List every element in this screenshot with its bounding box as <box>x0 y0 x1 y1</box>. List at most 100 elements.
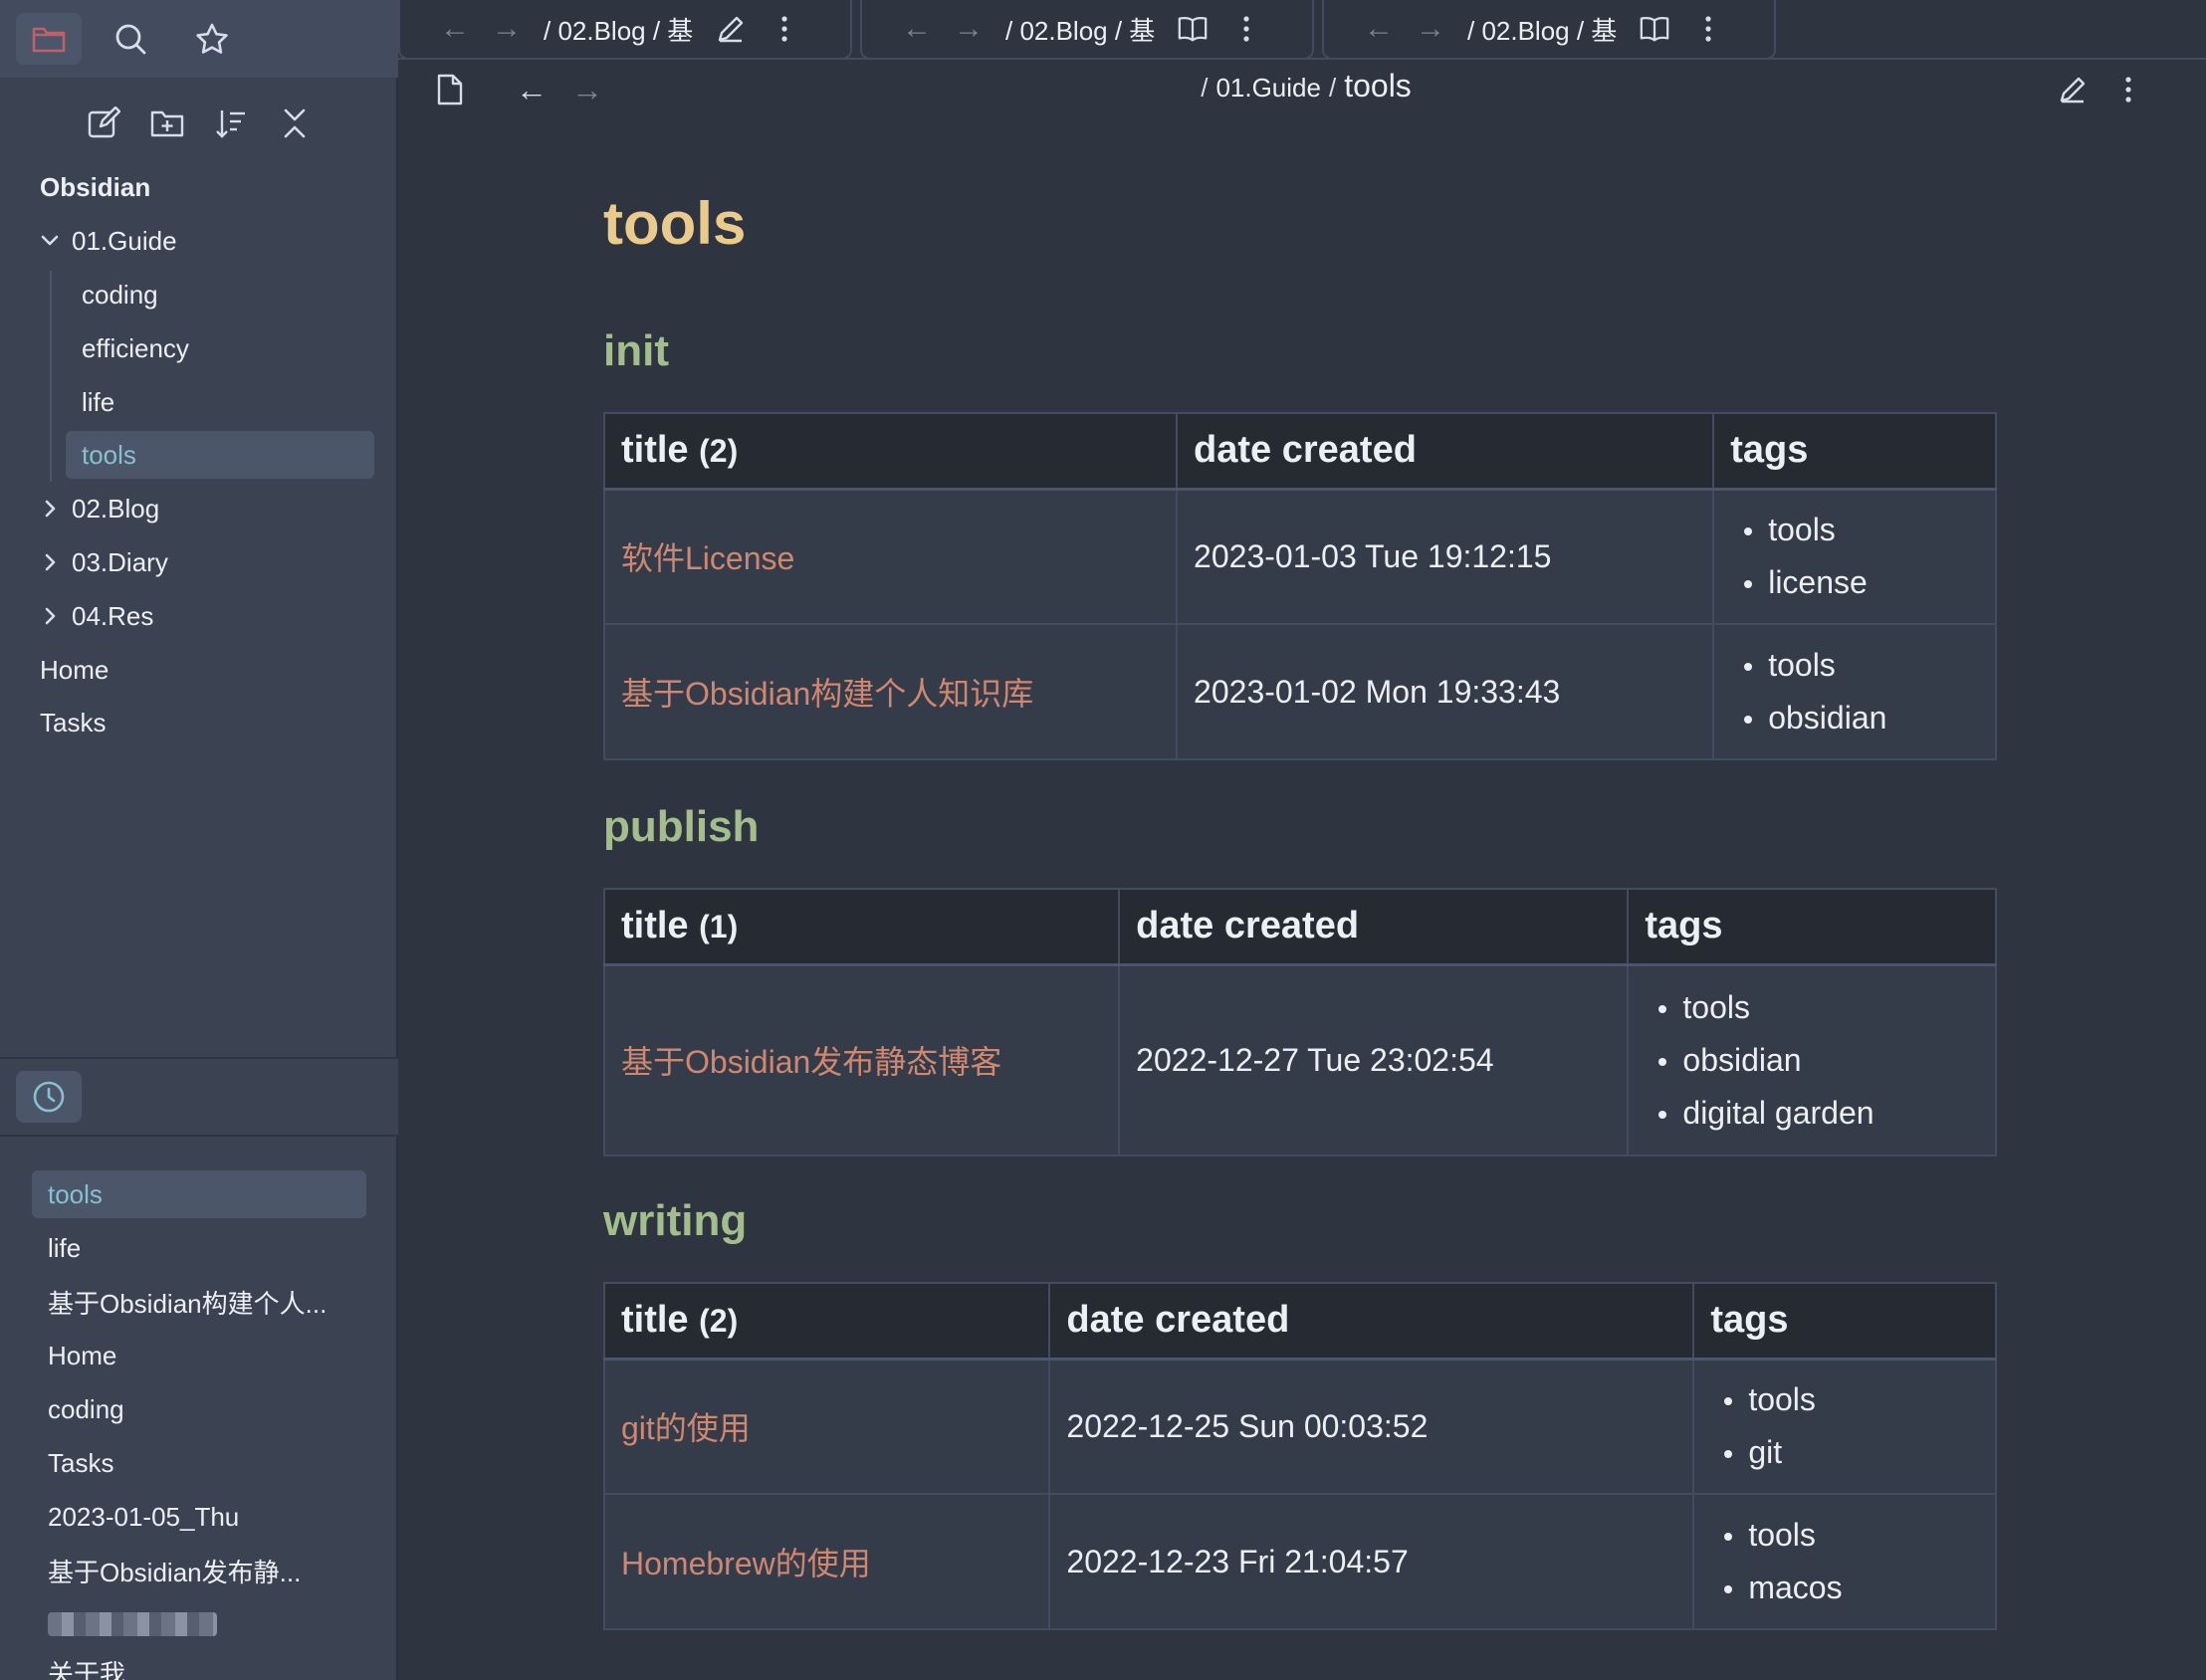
tab-2[interactable]: ← → / 02.Blog / 基 <box>860 0 1314 60</box>
tag-item: tools <box>1724 1373 1979 1426</box>
tab-1[interactable]: ← → / 02.Blog / 基 <box>398 0 852 60</box>
tags-cell: tools obsidian <box>1712 623 1997 760</box>
book-open-icon[interactable] <box>1639 13 1670 45</box>
note-link[interactable]: 基于Obsidian构建个人知识库 <box>602 623 1179 760</box>
recent-files-tab[interactable] <box>16 1071 82 1123</box>
tag-item: macos <box>1724 1562 1979 1614</box>
folder-03-diary[interactable]: 03.Diary <box>38 538 168 586</box>
recent-item[interactable]: Tasks <box>32 1439 366 1487</box>
more-options-button[interactable] <box>2108 70 2148 109</box>
file-efficiency[interactable]: efficiency <box>82 324 189 372</box>
dataview-table-init: title (2) date created tags 软件License 20… <box>602 412 1997 760</box>
tag-item: tools <box>1724 1509 1979 1562</box>
tags-cell: tools license <box>1712 488 1997 625</box>
forward-arrow-icon[interactable]: → <box>954 14 984 44</box>
recent-item-redacted[interactable] <box>32 1600 366 1648</box>
back-arrow-icon[interactable]: ← <box>902 14 932 44</box>
note-link[interactable]: Homebrew的使用 <box>602 1493 1051 1630</box>
file-life[interactable]: life <box>82 378 114 426</box>
folder-01-guide[interactable]: 01.Guide <box>38 217 177 265</box>
tab-strip: ← → / 02.Blog / 基 ← → / 02.Blog / 基 ← → … <box>398 0 2206 60</box>
edit-icon <box>2060 77 2086 104</box>
forward-arrow-icon[interactable]: → <box>567 70 607 109</box>
table-header-row: title (2) date created tags <box>602 1282 1997 1361</box>
back-arrow-icon[interactable]: ← <box>440 14 470 44</box>
folder-icon <box>32 27 66 53</box>
tree-indent-guide <box>50 271 52 482</box>
left-sidebar: Obsidian 01.Guide coding efficiency life… <box>0 0 398 1680</box>
tags-cell: tools macos <box>1692 1493 1997 1630</box>
recent-item[interactable]: 2023-01-05_Thu <box>32 1493 366 1541</box>
breadcrumb-current[interactable]: tools <box>1344 68 1412 104</box>
recent-item[interactable]: life <box>32 1224 366 1272</box>
more-options-icon[interactable] <box>769 13 800 45</box>
table-header-row: title (2) date created tags <box>602 412 1997 491</box>
more-options-icon[interactable] <box>1692 13 1724 45</box>
file-icon <box>437 74 463 105</box>
back-arrow-icon[interactable]: ← <box>1364 14 1394 44</box>
chevron-right-icon <box>38 604 62 628</box>
search-icon <box>115 24 146 55</box>
column-header-tags[interactable]: tags <box>1627 888 1997 966</box>
note-link[interactable]: 基于Obsidian发布静态博客 <box>602 963 1121 1156</box>
note-link[interactable]: 软件License <box>602 488 1179 625</box>
file-tools[interactable]: tools <box>66 431 374 479</box>
recent-item[interactable]: 关于我 <box>32 1654 366 1680</box>
column-header-title[interactable]: title (2) <box>602 1282 1051 1361</box>
bookmarks-tab[interactable] <box>179 13 245 65</box>
recent-item[interactable]: 基于Obsidian发布静... <box>32 1547 366 1594</box>
new-folder-icon <box>150 110 184 137</box>
breadcrumb-separator: / <box>1328 73 1337 103</box>
column-header-title[interactable]: title (2) <box>602 412 1179 491</box>
column-header-date[interactable]: date created <box>1048 1282 1695 1361</box>
more-options-icon <box>2125 77 2131 103</box>
date-cell: 2023-01-03 Tue 19:12:15 <box>1176 488 1715 625</box>
dataview-table-writing: title (2) date created tags git的使用 2022-… <box>602 1282 1997 1630</box>
tab-3[interactable]: ← → / 02.Blog / 基 <box>1322 0 1776 60</box>
tag-item: digital garden <box>1658 1087 1979 1140</box>
file-coding[interactable]: coding <box>82 271 158 318</box>
note-link[interactable]: git的使用 <box>602 1358 1051 1495</box>
file-home[interactable]: Home <box>40 646 109 694</box>
book-open-icon[interactable] <box>1177 13 1209 45</box>
recent-item[interactable]: tools <box>32 1170 366 1218</box>
tag-item: obsidian <box>1744 692 1979 744</box>
tab-path: / 02.Blog / 基 <box>1467 15 1617 46</box>
folder-04-res[interactable]: 04.Res <box>38 592 153 640</box>
more-options-icon[interactable] <box>1230 13 1262 45</box>
tags-cell: tools obsidian digital garden <box>1627 963 1997 1156</box>
date-cell: 2022-12-25 Sun 00:03:52 <box>1048 1358 1695 1495</box>
column-header-title[interactable]: title (1) <box>602 888 1121 966</box>
edit-mode-button[interactable] <box>2053 70 2093 109</box>
table-row: 基于Obsidian发布静态博客 2022-12-27 Tue 23:02:54… <box>602 963 1997 1156</box>
tag-item: tools <box>1744 504 1979 556</box>
sidebar-tab-ribbon <box>0 0 398 78</box>
vault-name[interactable]: Obsidian <box>40 163 150 211</box>
recent-files-header <box>0 1059 398 1137</box>
column-header-tags[interactable]: tags <box>1712 412 1997 491</box>
file-button[interactable] <box>430 70 470 109</box>
folder-label: 03.Diary <box>72 546 168 577</box>
new-folder-button[interactable] <box>149 105 185 141</box>
column-header-date[interactable]: date created <box>1176 412 1715 491</box>
breadcrumb-folder[interactable]: 01.Guide <box>1215 73 1321 103</box>
forward-arrow-icon[interactable]: → <box>1416 14 1445 44</box>
column-header-date[interactable]: date created <box>1118 888 1630 966</box>
recent-item[interactable]: coding <box>32 1385 366 1433</box>
folder-label: 04.Res <box>72 600 154 631</box>
new-note-button[interactable] <box>86 105 121 141</box>
search-tab[interactable] <box>98 13 163 65</box>
folder-02-blog[interactable]: 02.Blog <box>38 485 159 532</box>
back-arrow-icon[interactable]: ← <box>512 70 552 109</box>
forward-arrow-icon[interactable]: → <box>492 14 522 44</box>
file-explorer-tab[interactable] <box>16 13 82 65</box>
chevron-right-icon <box>38 550 62 574</box>
file-tasks[interactable]: Tasks <box>40 699 106 746</box>
sort-button[interactable] <box>213 105 249 141</box>
edit-icon[interactable] <box>715 13 747 45</box>
recent-item[interactable]: Home <box>32 1332 366 1379</box>
section-heading-init: init <box>603 326 669 375</box>
column-header-tags[interactable]: tags <box>1692 1282 1997 1361</box>
recent-item[interactable]: 基于Obsidian构建个人... <box>32 1278 366 1326</box>
collapse-all-button[interactable] <box>277 105 313 141</box>
